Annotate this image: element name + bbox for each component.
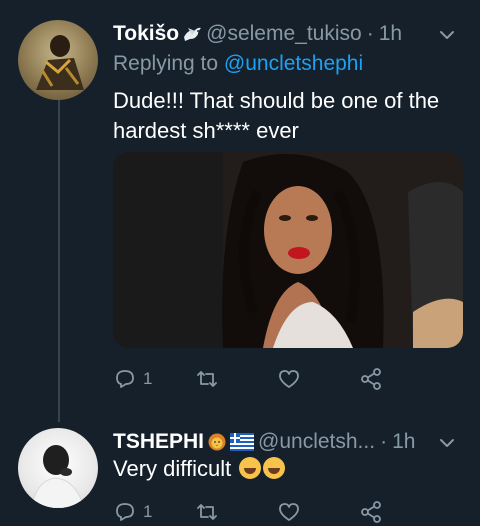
dove-emoji-icon (184, 27, 202, 41)
like-icon (279, 503, 299, 521)
tweet-media-image[interactable] (113, 152, 463, 348)
replying-to: Replying to @uncletshephi (113, 52, 363, 76)
separator-dot: · (380, 430, 388, 453)
display-name[interactable]: TSHEPHI (113, 430, 204, 454)
tears-of-joy-emoji-icon (239, 457, 262, 479)
separator-dot: · (366, 22, 374, 45)
share-button[interactable] (359, 498, 441, 526)
tweet-actions: 1 (113, 498, 443, 526)
tweet-timestamp[interactable]: 1h (379, 22, 402, 46)
display-name[interactable]: Tokišo (113, 22, 179, 46)
tweet[interactable]: TSHEPHI @uncletsh... · 1h Very difficult (0, 418, 480, 523)
tweet-text-content: Very difficult (113, 456, 232, 481)
tweet-header: TSHEPHI @uncletsh... · 1h (113, 428, 453, 456)
retweet-button[interactable] (195, 365, 277, 393)
reply-button[interactable]: 1 (113, 498, 195, 526)
tweet-timestamp[interactable]: 1h (392, 430, 415, 454)
tweet-text: Dude!!! That should be one of the hardes… (113, 88, 440, 143)
retweet-button[interactable] (195, 498, 277, 526)
share-icon (361, 501, 381, 523)
replying-to-label: Replying to (113, 52, 219, 75)
chevron-down-icon[interactable] (438, 434, 456, 452)
retweet-icon (197, 504, 217, 520)
reply-icon (116, 503, 134, 521)
chevron-down-icon[interactable] (438, 26, 456, 44)
greece-flag-icon (230, 433, 255, 451)
share-icon (361, 368, 381, 390)
avatar[interactable] (18, 428, 98, 508)
like-button[interactable] (277, 498, 359, 526)
like-button[interactable] (277, 365, 359, 393)
reply-icon (116, 370, 134, 388)
reply-button[interactable]: 1 (113, 365, 195, 393)
user-handle[interactable]: @seleme_tukiso (206, 22, 362, 46)
reply-count: 1 (143, 502, 153, 521)
tweet-actions: 1 (113, 365, 443, 393)
tweet-header: Tokišo @seleme_tukiso · 1h (113, 20, 453, 48)
lion-emoji-icon (208, 433, 226, 451)
user-handle[interactable]: @uncletsh... (258, 430, 375, 454)
replying-to-mention[interactable]: @uncletshephi (224, 52, 363, 75)
share-button[interactable] (359, 365, 441, 393)
retweet-icon (197, 371, 217, 387)
like-icon (279, 370, 299, 388)
reply-count: 1 (143, 369, 153, 388)
tweet[interactable]: Tokišo @seleme_tukiso · 1h Replying to @… (0, 0, 480, 418)
tweet-text: Very difficult (113, 454, 286, 484)
avatar[interactable] (18, 20, 98, 100)
tears-of-joy-emoji-icon (263, 457, 286, 479)
